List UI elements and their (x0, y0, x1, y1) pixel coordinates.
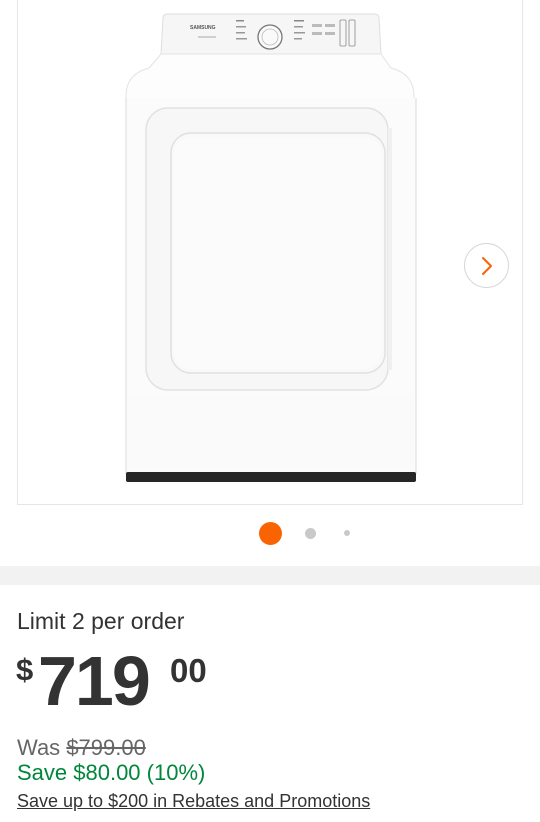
savings-text: Save $80.00 (10%) (17, 760, 206, 785)
rebates-link[interactable]: Save up to $200 in Rebates and Promotion… (17, 791, 370, 812)
pagination-dot[interactable] (305, 528, 316, 539)
price-dollars: 719 (38, 642, 151, 720)
was-price: Was $799.00 (17, 735, 146, 761)
next-image-button[interactable] (464, 243, 509, 288)
price-cents: 00 (170, 652, 207, 689)
was-label: Was (17, 735, 61, 760)
product-image-frame[interactable]: SAMSUNG (17, 0, 523, 505)
product-image-gallery: SAMSUNG (0, 0, 540, 566)
gallery-pagination (0, 522, 540, 545)
pagination-dot-active[interactable] (259, 522, 282, 545)
was-price-value: $799.00 (66, 735, 146, 760)
chevron-right-icon (481, 256, 492, 275)
section-divider (0, 566, 540, 585)
pagination-dot[interactable] (344, 530, 350, 536)
product-image-dryer: SAMSUNG (125, 13, 417, 482)
limit-per-order: Limit 2 per order (17, 608, 185, 634)
brand-logo: SAMSUNG (190, 25, 216, 31)
price-currency-symbol: $ (16, 652, 34, 687)
